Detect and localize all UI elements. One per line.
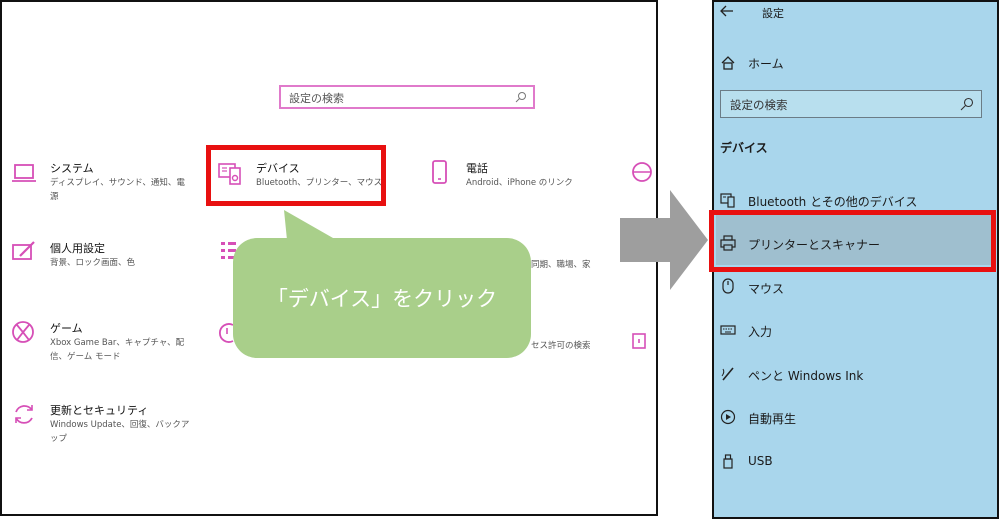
window-title: 設定	[762, 7, 784, 20]
bluetooth-device-icon	[720, 193, 735, 208]
tile-personalization[interactable]: 個人用設定 背景、ロック画面、色	[12, 240, 192, 300]
tile-phone[interactable]: 電話 Android、iPhone のリンク	[428, 160, 608, 220]
devices-highlight-box	[206, 145, 386, 206]
usb-icon	[723, 454, 733, 469]
privacy-subtitle-fragment: セス許可の検索	[531, 341, 591, 351]
nav-home[interactable]: ホーム	[748, 55, 784, 72]
phone-icon	[432, 160, 447, 184]
nav-item-mouse[interactable]: マウス	[748, 280, 784, 297]
privacy-lock-icon	[632, 333, 646, 349]
autoplay-icon	[720, 409, 736, 425]
tile-system[interactable]: システム ディスプレイ、サウンド、通知、電源	[12, 160, 192, 220]
search-icon	[960, 97, 974, 111]
tile-title: システム	[50, 162, 94, 175]
nav-item-autoplay[interactable]: 自動再生	[748, 410, 796, 427]
right-arrow-icon	[620, 190, 708, 290]
xbox-icon	[12, 321, 34, 343]
keyboard-icon	[720, 325, 736, 335]
callout-text: 「デバイス」をクリック	[266, 287, 498, 311]
tile-update-security[interactable]: 更新とセキュリティ Windows Update、回復、バックアップ	[12, 402, 192, 462]
network-globe-icon	[632, 162, 652, 182]
personalization-icon	[12, 241, 35, 260]
tile-title: 更新とセキュリティ	[50, 404, 149, 417]
tile-subtitle: Android、iPhone のリンク	[466, 178, 573, 188]
tile-subtitle: Xbox Game Bar、キャプチャ、配信、ゲーム モード	[50, 338, 185, 362]
nav-item-usb[interactable]: USB	[748, 454, 773, 468]
section-heading: デバイス	[720, 141, 768, 155]
search-placeholder: 設定の検索	[289, 92, 344, 105]
update-sync-icon	[15, 405, 33, 424]
nav-item-pen-windows-ink[interactable]: ペンと Windows Ink	[748, 367, 863, 384]
mouse-icon	[722, 278, 734, 294]
settings-search-input[interactable]: 設定の検索	[279, 85, 535, 109]
printers-highlight-box	[709, 210, 996, 272]
tile-subtitle: 背景、ロック画面、色	[50, 258, 136, 268]
tile-subtitle: ディスプレイ、サウンド、通知、電源	[50, 178, 185, 202]
search-placeholder: 設定の検索	[730, 98, 788, 112]
search-icon	[515, 92, 526, 103]
tile-subtitle: Windows Update、回復、バックアップ	[50, 420, 190, 444]
tile-title: ゲーム	[50, 322, 83, 335]
nav-item-input[interactable]: 入力	[748, 323, 772, 340]
nav-item-bluetooth[interactable]: Bluetooth とその他のデバイス	[748, 193, 917, 210]
tile-title: 個人用設定	[50, 242, 105, 255]
home-icon	[721, 56, 735, 70]
tile-gaming[interactable]: ゲーム Xbox Game Bar、キャプチャ、配信、ゲーム モード	[12, 320, 192, 380]
time-language-icon	[219, 323, 234, 343]
settings-search-input[interactable]: 設定の検索	[720, 90, 982, 118]
pen-icon	[721, 367, 734, 381]
back-arrow-icon[interactable]	[720, 4, 734, 18]
tile-title: 電話	[466, 162, 488, 175]
accounts-subtitle-fragment: 同期、職場、家	[531, 260, 591, 270]
laptop-icon	[12, 164, 36, 182]
